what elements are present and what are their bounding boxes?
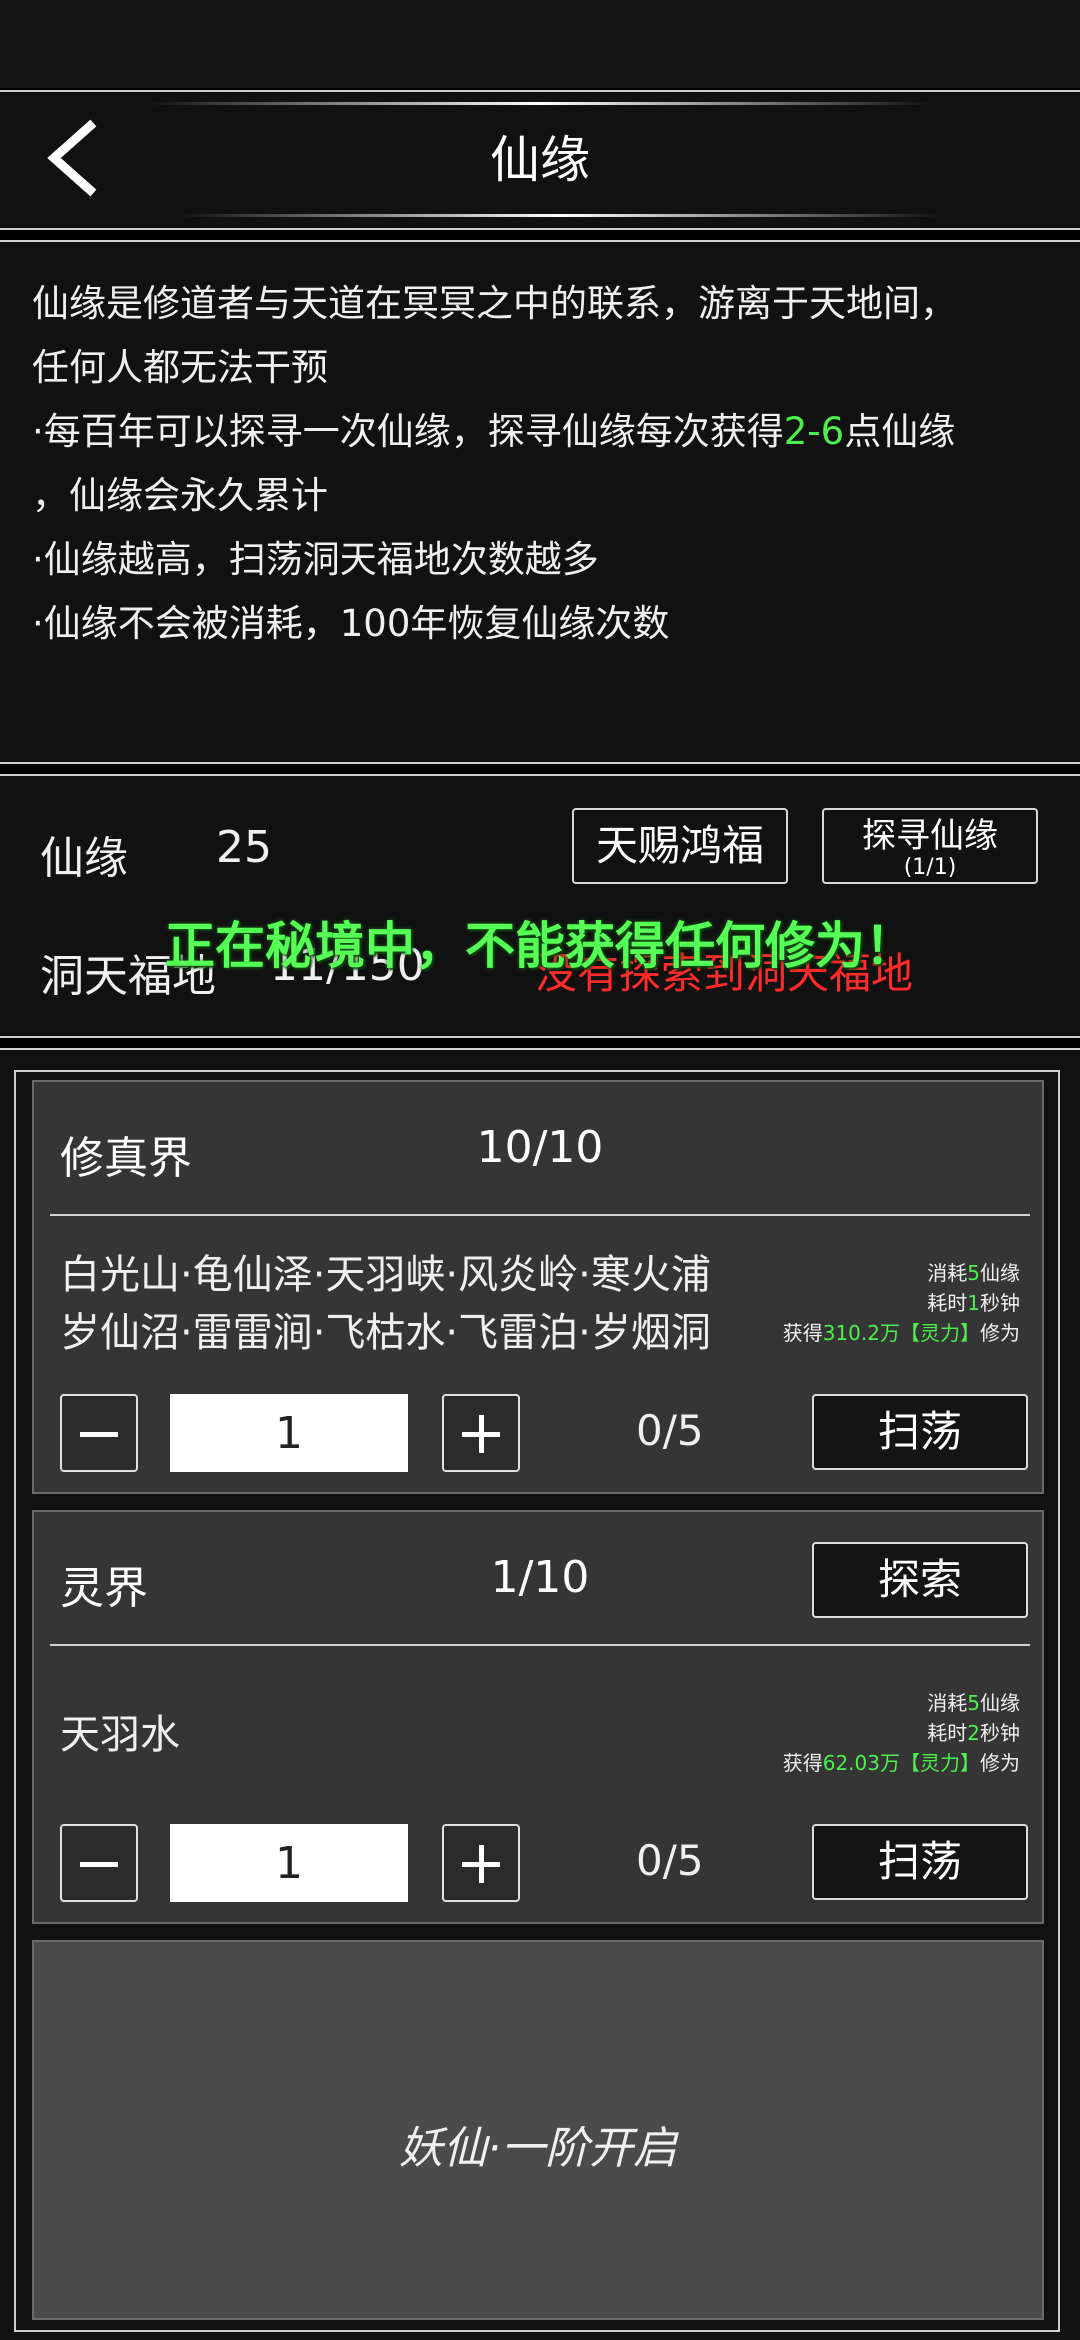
locked-realm-card: 妖仙·一阶开启 [32, 1940, 1044, 2320]
realm-count: 10/10 [476, 1122, 604, 1173]
seek-button-count: (1/1) [903, 855, 957, 880]
seek-button[interactable]: 探寻仙缘 (1/1) [822, 808, 1038, 884]
time-info: 耗时2秒钟 [927, 1721, 1020, 1745]
description-line: ，仙缘会永久累计 [32, 474, 328, 517]
description-line: 任何人都无法干预 [32, 346, 328, 389]
realm-card-lingjie: 灵界 1/10 探索 天羽水 消耗5仙缘 耗时2秒钟 获得62.03万【灵力】修… [32, 1510, 1044, 1924]
cost-info: 消耗5仙缘 [927, 1261, 1020, 1285]
sweep-button[interactable]: 扫荡 [812, 1824, 1028, 1900]
decrease-button[interactable] [60, 1394, 138, 1472]
unlock-requirement: 妖仙·一阶开启 [399, 2123, 677, 2174]
description-text: ·每百年可以探寻一次仙缘，探寻仙缘每次获得 [32, 410, 784, 453]
sweep-info: 消耗5仙缘 耗时2秒钟 获得62.03万【灵力】修为 [783, 1688, 1020, 1778]
description-panel: 仙缘是修道者与天道在冥冥之中的联系，游离于天地间， 任何人都无法干预 ·每百年可… [0, 240, 1080, 764]
realm-list: 修真界 10/10 白光山·龟仙泽·天羽峡·风炎岭·寒火浦 岁仙沼·雷雷涧·飞枯… [14, 1070, 1060, 2332]
quantity-input[interactable] [170, 1394, 408, 1472]
xianyuan-label: 仙缘 [40, 833, 128, 884]
cost-info: 消耗5仙缘 [927, 1691, 1020, 1715]
time-info: 耗时1秒钟 [927, 1291, 1020, 1315]
header-glow-bottom [180, 214, 940, 217]
secret-realm-overlay-message: 正在秘境中，不能获得任何修为！ [165, 917, 915, 975]
decrease-button[interactable] [60, 1824, 138, 1902]
divider [50, 1644, 1030, 1646]
divider [50, 1214, 1030, 1216]
status-bar [0, 0, 1080, 88]
seek-button-label: 探寻仙缘 [862, 816, 998, 856]
sweep-progress: 0/5 [636, 1406, 704, 1455]
quantity-input[interactable] [170, 1824, 408, 1902]
minus-icon [80, 1862, 118, 1867]
gain-info: 获得62.03万【灵力】修为 [782, 1751, 1020, 1775]
location-list: 天羽水 [60, 1712, 180, 1758]
stats-panel: 仙缘 25 天赐鸿福 探寻仙缘 (1/1) 洞天福地 11/150 没有探索到洞… [0, 774, 1080, 1038]
page-title: 仙缘 [490, 131, 590, 189]
realm-card-xiuzhen: 修真界 10/10 白光山·龟仙泽·天羽峡·风炎岭·寒火浦 岁仙沼·雷雷涧·飞枯… [32, 1080, 1044, 1494]
increase-button[interactable] [442, 1824, 520, 1902]
description-line: ·每百年可以探寻一次仙缘，探寻仙缘每次获得2-6点仙缘 [32, 400, 1048, 464]
xianyuan-value: 25 [216, 822, 272, 873]
description-text: 点仙缘 [844, 410, 956, 453]
location-list: 白光山·龟仙泽·天羽峡·风炎岭·寒火浦 [60, 1252, 711, 1298]
sweep-progress: 0/5 [636, 1836, 704, 1885]
description-line: 仙缘是修道者与天道在冥冥之中的联系，游离于天地间， [32, 282, 957, 325]
explore-button[interactable]: 探索 [812, 1542, 1028, 1618]
realm-list-panel: 修真界 10/10 白光山·龟仙泽·天羽峡·风炎岭·寒火浦 岁仙沼·雷雷涧·飞枯… [0, 1048, 1080, 2340]
description-line: ·仙缘不会被消耗，100年恢复仙缘次数 [32, 602, 670, 645]
increase-button[interactable] [442, 1394, 520, 1472]
minus-icon [80, 1432, 118, 1437]
sweep-info: 消耗5仙缘 耗时1秒钟 获得310.2万【灵力】修为 [783, 1258, 1020, 1348]
sweep-button[interactable]: 扫荡 [812, 1394, 1028, 1470]
description-line: ·仙缘越高，扫荡洞天福地次数越多 [32, 538, 599, 581]
header: 仙缘 [0, 90, 1080, 230]
gain-info: 获得310.2万【灵力】修为 [782, 1321, 1020, 1345]
gift-button[interactable]: 天赐鸿福 [572, 808, 788, 884]
description-highlight: 2-6 [783, 410, 845, 453]
location-list: 岁仙沼·雷雷涧·飞枯水·飞雷泊·岁烟洞 [60, 1310, 711, 1356]
